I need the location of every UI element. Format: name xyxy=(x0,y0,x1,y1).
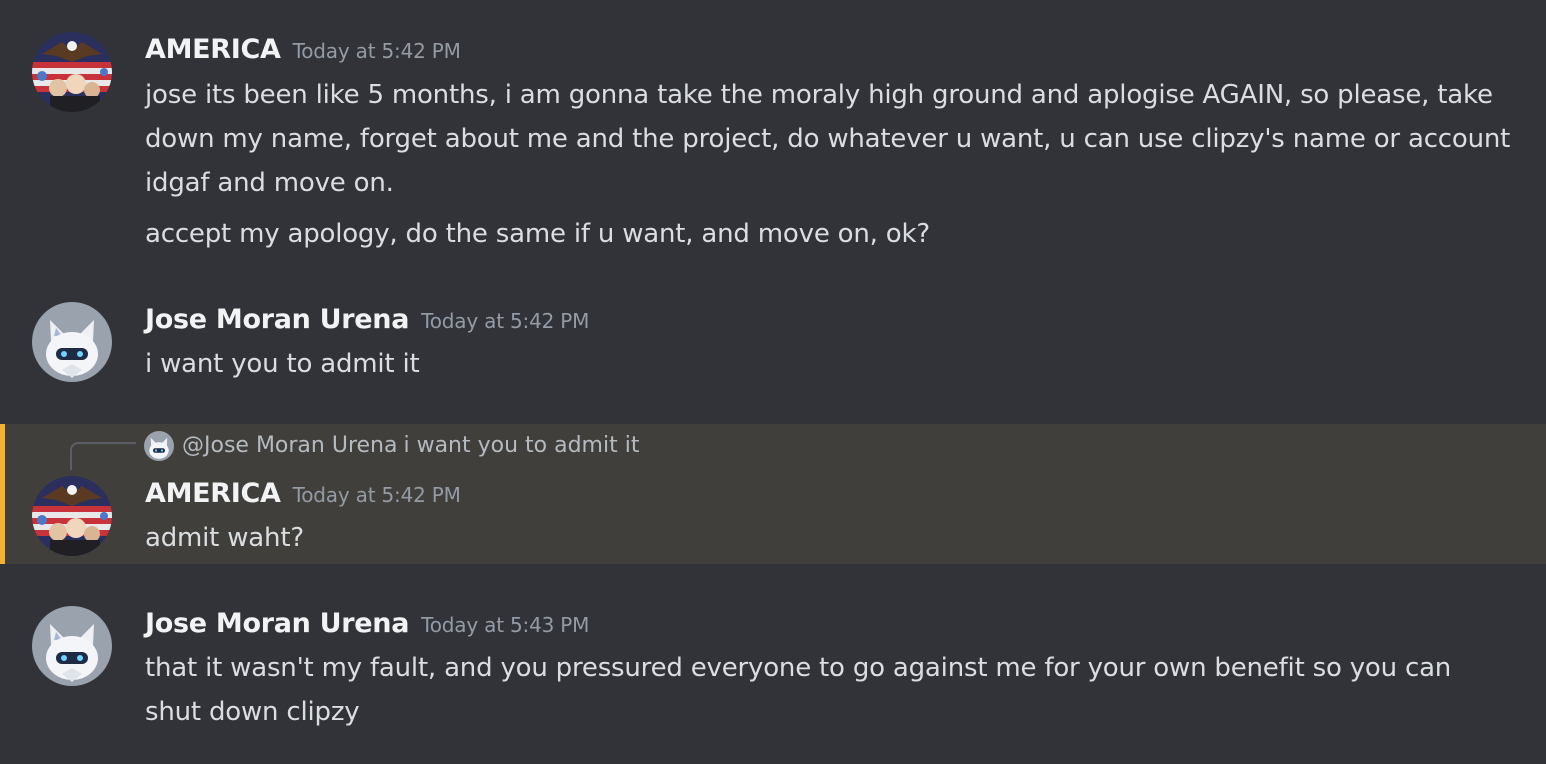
reply-preview[interactable]: @Jose Moran Urena i want you to admit it xyxy=(144,428,639,464)
timestamp[interactable]: Today at 5:43 PM xyxy=(421,613,589,637)
author-label[interactable]: AMERICA xyxy=(145,34,281,65)
author-name[interactable]: Jose Moran Urena Today at 5:43 PM xyxy=(145,608,589,639)
timestamp[interactable]: Today at 5:42 PM xyxy=(293,39,461,63)
timestamp[interactable]: Today at 5:42 PM xyxy=(293,483,461,507)
chat-messages: AMERICA Today at 5:42 PM jose its been li… xyxy=(0,0,1546,764)
message-text: jose its been like 5 months, i am gonna … xyxy=(145,80,1511,198)
america-avatar-icon[interactable] xyxy=(32,32,112,112)
message-text: i want you to admit it xyxy=(145,349,420,379)
author-name[interactable]: AMERICA Today at 5:42 PM xyxy=(145,478,461,509)
message-america-1[interactable]: AMERICA Today at 5:42 PM jose its been li… xyxy=(0,0,1546,280)
reply-text[interactable]: i want you to admit it xyxy=(403,433,639,458)
message-text: accept my apology, do the same if u want… xyxy=(145,219,930,249)
message-america-2[interactable]: AMERICA Today at 5:42 PM admit waht? xyxy=(0,464,1546,564)
author-label[interactable]: AMERICA xyxy=(145,478,281,509)
message-text: admit waht? xyxy=(145,523,304,553)
jose-avatar-icon[interactable] xyxy=(32,606,112,686)
author-name[interactable]: AMERICA Today at 5:42 PM xyxy=(145,34,461,65)
author-label[interactable]: Jose Moran Urena xyxy=(145,304,409,335)
reply-avatar-icon[interactable] xyxy=(144,431,174,461)
message-text: that it wasn't my fault, and you pressur… xyxy=(145,653,1452,727)
america-avatar-icon[interactable] xyxy=(32,476,112,556)
author-name[interactable]: Jose Moran Urena Today at 5:42 PM xyxy=(145,304,589,335)
author-label[interactable]: Jose Moran Urena xyxy=(145,608,409,639)
message-jose-2[interactable]: Jose Moran Urena Today at 5:43 PM that it… xyxy=(0,594,1546,754)
reply-author-mention[interactable]: @Jose Moran Urena xyxy=(182,433,397,458)
timestamp[interactable]: Today at 5:42 PM xyxy=(421,309,589,333)
message-jose-1[interactable]: Jose Moran Urena Today at 5:42 PM i want … xyxy=(0,290,1546,400)
jose-avatar-icon[interactable] xyxy=(32,302,112,382)
